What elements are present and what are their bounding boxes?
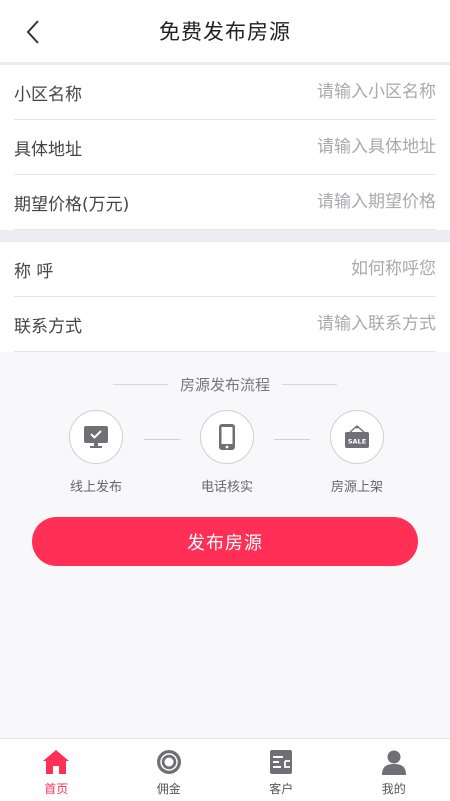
salutation-label: 称 呼 xyxy=(14,257,53,282)
contact-row: 联系方式 xyxy=(14,297,436,352)
home-icon xyxy=(42,749,70,775)
step-label: 房源上架 xyxy=(302,476,412,495)
community-name-row: 小区名称 xyxy=(14,65,436,120)
salutation-row: 称 呼 xyxy=(14,242,436,297)
monitor-icon xyxy=(83,425,109,449)
address-row: 具体地址 xyxy=(14,120,436,175)
tab-home[interactable]: 首页 xyxy=(0,739,113,801)
coin-icon xyxy=(156,749,182,775)
step-listing-live: SALE 房源上架 xyxy=(302,410,412,495)
tab-label: 首页 xyxy=(44,780,68,797)
header: 免费发布房源 xyxy=(0,0,450,65)
tab-label: 我的 xyxy=(382,780,406,797)
page-title: 免费发布房源 xyxy=(159,16,291,46)
contact-input[interactable] xyxy=(216,314,436,334)
step-label: 电话核实 xyxy=(172,476,282,495)
back-button[interactable] xyxy=(18,17,48,47)
address-input[interactable] xyxy=(216,137,436,157)
user-icon xyxy=(381,749,407,775)
price-row: 期望价格(万元) xyxy=(14,175,436,230)
tab-label: 佣金 xyxy=(157,780,181,797)
tab-label: 客户 xyxy=(269,780,293,797)
contact-label: 联系方式 xyxy=(14,312,82,337)
community-name-label: 小区名称 xyxy=(14,80,82,105)
contact-form: 称 呼 联系方式 xyxy=(0,242,450,352)
divider xyxy=(282,384,337,385)
tab-commission[interactable]: 佣金 xyxy=(113,739,226,801)
tab-clients[interactable]: 客户 xyxy=(225,739,338,801)
step-online-publish: 线上发布 xyxy=(41,410,151,495)
sale-tag-text: SALE xyxy=(348,438,366,446)
section-divider xyxy=(0,230,450,242)
tab-profile[interactable]: 我的 xyxy=(338,739,450,801)
price-input[interactable] xyxy=(216,192,436,212)
salutation-input[interactable] xyxy=(216,259,436,279)
property-info-form: 小区名称 具体地址 期望价格(万元) xyxy=(0,65,450,230)
publish-process: 房源发布流程 线上发布 电话核实 xyxy=(0,366,450,506)
address-label: 具体地址 xyxy=(14,135,82,160)
phone-icon xyxy=(218,423,236,451)
chevron-left-icon xyxy=(25,19,41,45)
publish-listing-button[interactable]: 发布房源 xyxy=(32,517,418,566)
sale-tag-icon: SALE xyxy=(344,425,370,449)
client-card-icon xyxy=(269,749,293,775)
process-title: 房源发布流程 xyxy=(180,374,270,395)
step-phone-verify: 电话核实 xyxy=(172,410,282,495)
bottom-tab-bar: 首页 佣金 客户 xyxy=(0,738,450,801)
step-label: 线上发布 xyxy=(41,476,151,495)
community-name-input[interactable] xyxy=(216,82,436,102)
divider xyxy=(113,384,168,385)
price-label: 期望价格(万元) xyxy=(14,190,129,215)
